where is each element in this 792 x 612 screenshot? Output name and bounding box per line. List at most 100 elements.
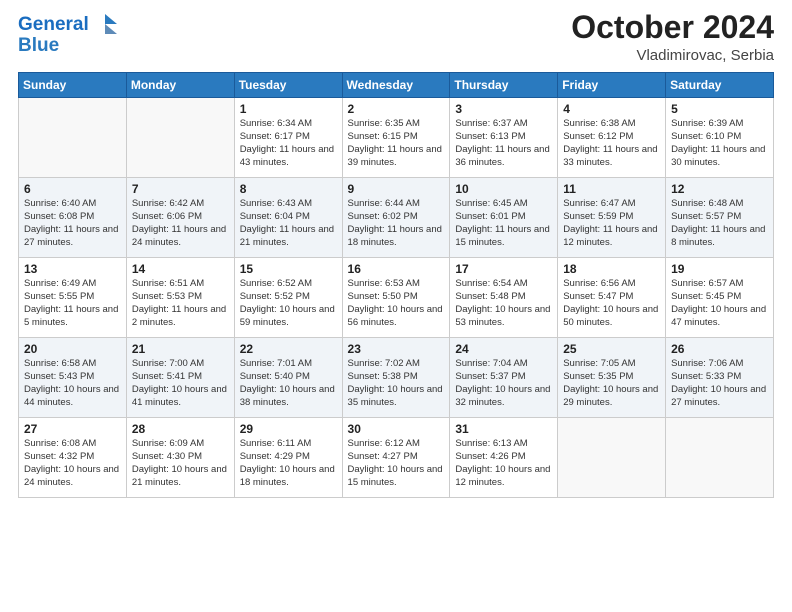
weekday-header-tuesday: Tuesday — [234, 73, 342, 98]
day-info: Sunrise: 6:38 AM Sunset: 6:12 PM Dayligh… — [563, 118, 661, 169]
day-number: 27 — [24, 422, 122, 436]
day-number: 5 — [671, 102, 769, 116]
title-block: October 2024 Vladimirovac, Serbia — [571, 10, 774, 64]
day-info: Sunrise: 6:35 AM Sunset: 6:15 PM Dayligh… — [348, 118, 446, 169]
day-info: Sunrise: 6:48 AM Sunset: 5:57 PM Dayligh… — [671, 198, 769, 249]
day-info: Sunrise: 7:04 AM Sunset: 5:37 PM Dayligh… — [455, 358, 553, 409]
day-number: 30 — [348, 422, 446, 436]
day-info: Sunrise: 6:08 AM Sunset: 4:32 PM Dayligh… — [24, 438, 122, 489]
day-number: 8 — [240, 182, 338, 196]
calendar-cell: 1Sunrise: 6:34 AM Sunset: 6:17 PM Daylig… — [234, 98, 342, 178]
day-info: Sunrise: 6:43 AM Sunset: 6:04 PM Dayligh… — [240, 198, 338, 249]
header: General Blue October 2024 Vladimirovac, … — [18, 10, 774, 64]
day-number: 28 — [132, 422, 230, 436]
calendar-cell: 20 Sunrise: 6:58 AM Sunset: 5:43 PM Dayli… — [19, 338, 127, 418]
calendar-table: SundayMondayTuesdayWednesdayThursdayFrid… — [18, 72, 774, 498]
day-number: 2 — [348, 102, 446, 116]
day-number: 19 — [671, 262, 769, 276]
weekday-header-thursday: Thursday — [450, 73, 558, 98]
calendar-cell: 8 Sunrise: 6:43 AM Sunset: 6:04 PM Daylig… — [234, 178, 342, 258]
day-info: Sunrise: 6:39 AM Sunset: 6:10 PM Dayligh… — [671, 118, 769, 169]
day-number: 10 — [455, 182, 553, 196]
calendar-cell: 15 Sunrise: 6:52 AM Sunset: 5:52 PM Dayli… — [234, 258, 342, 338]
day-info: Sunrise: 6:12 AM Sunset: 4:27 PM Dayligh… — [348, 438, 446, 489]
calendar-cell: 22Sunrise: 7:01 AM Sunset: 5:40 PM Dayli… — [234, 338, 342, 418]
calendar-cell: 27 Sunrise: 6:08 AM Sunset: 4:32 PM Dayli… — [19, 418, 127, 498]
calendar-cell: 6 Sunrise: 6:40 AM Sunset: 6:08 PM Daylig… — [19, 178, 127, 258]
day-number: 3 — [455, 102, 553, 116]
calendar-cell: 17 Sunrise: 6:54 AM Sunset: 5:48 PM Dayli… — [450, 258, 558, 338]
day-info: Sunrise: 6:53 AM Sunset: 5:50 PM Dayligh… — [348, 278, 446, 329]
logo-icon — [91, 10, 119, 38]
calendar-cell: 3 Sunrise: 6:37 AM Sunset: 6:13 PM Daylig… — [450, 98, 558, 178]
calendar-cell: 12 Sunrise: 6:48 AM Sunset: 5:57 PM Dayli… — [666, 178, 774, 258]
calendar-cell: 18 Sunrise: 6:56 AM Sunset: 5:47 PM Dayli… — [558, 258, 666, 338]
day-number: 6 — [24, 182, 122, 196]
calendar-cell: 31Sunrise: 6:13 AM Sunset: 4:26 PM Dayli… — [450, 418, 558, 498]
weekday-header-sunday: Sunday — [19, 73, 127, 98]
day-info: Sunrise: 7:05 AM Sunset: 5:35 PM Dayligh… — [563, 358, 661, 409]
day-number: 15 — [240, 262, 338, 276]
day-number: 16 — [348, 262, 446, 276]
day-info: Sunrise: 7:02 AM Sunset: 5:38 PM Dayligh… — [348, 358, 446, 409]
weekday-header-friday: Friday — [558, 73, 666, 98]
day-number: 20 — [24, 342, 122, 356]
day-info: Sunrise: 6:45 AM Sunset: 6:01 PM Dayligh… — [455, 198, 553, 249]
month-title: October 2024 — [571, 10, 774, 45]
day-info: Sunrise: 6:37 AM Sunset: 6:13 PM Dayligh… — [455, 118, 553, 169]
day-info: Sunrise: 6:56 AM Sunset: 5:47 PM Dayligh… — [563, 278, 661, 329]
calendar-cell: 26 Sunrise: 7:06 AM Sunset: 5:33 PM Dayli… — [666, 338, 774, 418]
day-info: Sunrise: 7:00 AM Sunset: 5:41 PM Dayligh… — [132, 358, 230, 409]
day-info: Sunrise: 7:06 AM Sunset: 5:33 PM Dayligh… — [671, 358, 769, 409]
calendar-cell — [558, 418, 666, 498]
weekday-header-monday: Monday — [126, 73, 234, 98]
calendar-cell: 7 Sunrise: 6:42 AM Sunset: 6:06 PM Daylig… — [126, 178, 234, 258]
day-number: 18 — [563, 262, 661, 276]
day-number: 7 — [132, 182, 230, 196]
calendar-cell — [19, 98, 127, 178]
day-info: Sunrise: 6:47 AM Sunset: 5:59 PM Dayligh… — [563, 198, 661, 249]
weekday-header-wednesday: Wednesday — [342, 73, 450, 98]
day-number: 21 — [132, 342, 230, 356]
day-info: Sunrise: 6:42 AM Sunset: 6:06 PM Dayligh… — [132, 198, 230, 249]
calendar-cell — [666, 418, 774, 498]
calendar-cell — [126, 98, 234, 178]
weekday-header-saturday: Saturday — [666, 73, 774, 98]
day-number: 12 — [671, 182, 769, 196]
calendar-cell: 24 Sunrise: 7:04 AM Sunset: 5:37 PM Dayli… — [450, 338, 558, 418]
day-info: Sunrise: 6:57 AM Sunset: 5:45 PM Dayligh… — [671, 278, 769, 329]
calendar-cell: 9Sunrise: 6:44 AM Sunset: 6:02 PM Daylig… — [342, 178, 450, 258]
day-number: 17 — [455, 262, 553, 276]
day-info: Sunrise: 6:54 AM Sunset: 5:48 PM Dayligh… — [455, 278, 553, 329]
calendar-cell: 29Sunrise: 6:11 AM Sunset: 4:29 PM Dayli… — [234, 418, 342, 498]
calendar-cell: 5 Sunrise: 6:39 AM Sunset: 6:10 PM Daylig… — [666, 98, 774, 178]
day-info: Sunrise: 6:34 AM Sunset: 6:17 PM Dayligh… — [240, 118, 338, 169]
calendar-cell: 10 Sunrise: 6:45 AM Sunset: 6:01 PM Dayli… — [450, 178, 558, 258]
calendar-cell: 21 Sunrise: 7:00 AM Sunset: 5:41 PM Dayli… — [126, 338, 234, 418]
day-number: 13 — [24, 262, 122, 276]
calendar-cell: 14Sunrise: 6:51 AM Sunset: 5:53 PM Dayli… — [126, 258, 234, 338]
day-info: Sunrise: 6:09 AM Sunset: 4:30 PM Dayligh… — [132, 438, 230, 489]
day-number: 24 — [455, 342, 553, 356]
logo: General Blue — [18, 10, 119, 55]
day-number: 14 — [132, 262, 230, 276]
day-number: 9 — [348, 182, 446, 196]
day-number: 23 — [348, 342, 446, 356]
calendar-cell: 30 Sunrise: 6:12 AM Sunset: 4:27 PM Dayli… — [342, 418, 450, 498]
calendar-cell: 11 Sunrise: 6:47 AM Sunset: 5:59 PM Dayli… — [558, 178, 666, 258]
day-number: 31 — [455, 422, 553, 436]
calendar-cell: 16 Sunrise: 6:53 AM Sunset: 5:50 PM Dayli… — [342, 258, 450, 338]
day-info: Sunrise: 6:11 AM Sunset: 4:29 PM Dayligh… — [240, 438, 338, 489]
day-info: Sunrise: 6:52 AM Sunset: 5:52 PM Dayligh… — [240, 278, 338, 329]
day-number: 11 — [563, 182, 661, 196]
day-info: Sunrise: 6:58 AM Sunset: 5:43 PM Dayligh… — [24, 358, 122, 409]
day-number: 22 — [240, 342, 338, 356]
day-info: Sunrise: 6:40 AM Sunset: 6:08 PM Dayligh… — [24, 198, 122, 249]
logo-text: General — [18, 15, 89, 34]
page: General Blue October 2024 Vladimirovac, … — [0, 0, 792, 612]
calendar-cell: 13 Sunrise: 6:49 AM Sunset: 5:55 PM Dayli… — [19, 258, 127, 338]
calendar-cell: 28 Sunrise: 6:09 AM Sunset: 4:30 PM Dayli… — [126, 418, 234, 498]
day-number: 25 — [563, 342, 661, 356]
day-info: Sunrise: 6:49 AM Sunset: 5:55 PM Dayligh… — [24, 278, 122, 329]
day-number: 26 — [671, 342, 769, 356]
